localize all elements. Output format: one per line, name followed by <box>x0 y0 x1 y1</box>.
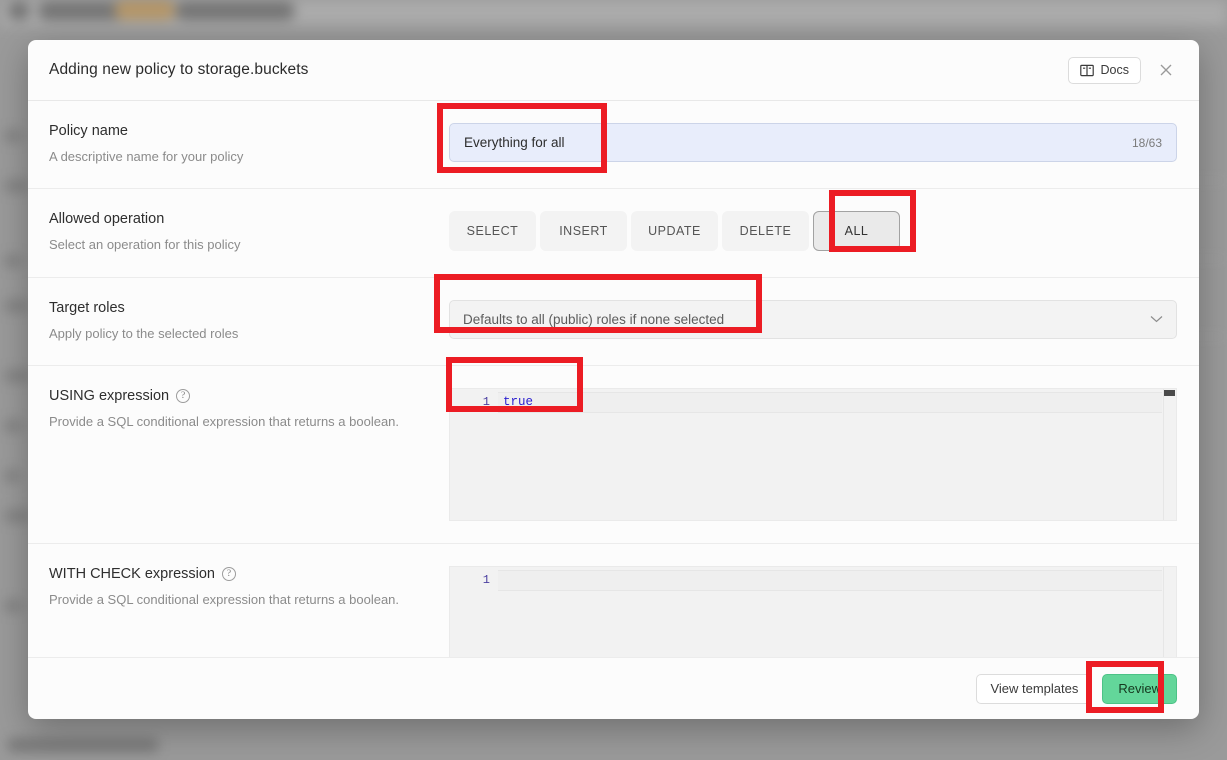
background-chip <box>8 2 30 20</box>
using-expression-code-editor[interactable]: 1 true <box>449 388 1177 522</box>
chevron-down-icon <box>1150 312 1163 326</box>
using-expression-label-group: USING expression ? Provide a SQL conditi… <box>49 388 449 521</box>
background-sidebar-item <box>4 130 22 142</box>
close-icon[interactable] <box>1155 59 1177 81</box>
policy-name-value: Everything for all <box>464 135 565 150</box>
target-roles-label-group: Target roles Apply policy to the selecte… <box>49 300 449 343</box>
with-check-expression-code-editor[interactable]: 1 <box>449 566 1177 657</box>
editor-scrollbar-thumb[interactable] <box>1164 390 1175 397</box>
using-expression-title: USING expression ? <box>49 388 425 404</box>
operation-button-insert[interactable]: INSERT <box>540 211 627 252</box>
background-sidebar-item <box>4 510 30 522</box>
dialog-footer: View templates Review <box>28 657 1199 719</box>
operation-button-group: SELECT INSERT UPDATE DELETE ALL <box>449 211 900 252</box>
view-templates-button[interactable]: View templates <box>976 673 1093 704</box>
policy-name-title: Policy name <box>49 123 128 139</box>
allowed-operation-title: Allowed operation <box>49 211 165 228</box>
review-button[interactable]: Review <box>1102 673 1177 704</box>
target-roles-value: Defaults to all (public) roles if none s… <box>463 311 725 327</box>
dialog-title: Adding new policy to storage.buckets <box>49 61 309 78</box>
policy-name-label-group: Policy name A descriptive name for your … <box>49 123 449 166</box>
target-roles-title: Target roles <box>49 299 125 316</box>
row-target-roles: Target roles Apply policy to the selecte… <box>28 278 1199 367</box>
policy-name-input[interactable]: Everything for all 18/63 <box>449 123 1177 162</box>
operation-button-all[interactable]: ALL <box>813 211 900 252</box>
background-row-text <box>8 738 158 752</box>
background-sidebar-item <box>4 180 28 192</box>
editor-code-content: true <box>503 395 534 410</box>
with-check-expression-description: Provide a SQL conditional expression tha… <box>49 592 400 608</box>
with-check-expression-label-group: WITH CHECK expression ? Provide a SQL co… <box>49 566 449 657</box>
docs-button[interactable]: Docs <box>1067 56 1141 84</box>
row-allowed-operation: Allowed operation Select an operation fo… <box>28 189 1199 278</box>
policy-name-description: A descriptive name for your policy <box>49 149 244 164</box>
operation-button-delete[interactable]: DELETE <box>722 211 809 252</box>
policy-name-character-counter: 18/63 <box>1131 135 1162 150</box>
dialog-header: Adding new policy to storage.buckets Doc… <box>28 40 1199 101</box>
operation-button-select[interactable]: SELECT <box>449 211 536 252</box>
with-check-expression-title: WITH CHECK expression ? <box>49 566 425 582</box>
policy-name-control: Everything for all 18/63 <box>449 123 1177 166</box>
allowed-operation-label-group: Allowed operation Select an operation fo… <box>49 211 449 254</box>
background-sidebar-item <box>4 470 20 482</box>
editor-vertical-scrollbar[interactable] <box>1163 389 1176 521</box>
add-policy-dialog: Adding new policy to storage.buckets Doc… <box>28 40 1199 719</box>
help-circle-icon[interactable]: ? <box>176 389 191 404</box>
allowed-operation-description: Select an operation for this policy <box>49 237 241 253</box>
background-sidebar-item <box>4 370 30 382</box>
editor-line-number: 1 <box>482 395 490 410</box>
row-using-expression: USING expression ? Provide a SQL conditi… <box>28 366 1199 545</box>
background-sidebar-item <box>4 420 22 432</box>
target-roles-description: Apply policy to the selected roles <box>49 325 239 341</box>
book-icon <box>1079 64 1094 77</box>
editor-active-line <box>498 392 1162 414</box>
row-policy-name: Policy name A descriptive name for your … <box>28 101 1199 190</box>
operation-button-update[interactable]: UPDATE <box>631 211 718 252</box>
with-check-expression-control: 1 <box>449 566 1177 657</box>
background-sidebar-item <box>4 255 22 267</box>
allowed-operation-control: SELECT INSERT UPDATE DELETE ALL <box>449 211 1177 254</box>
using-expression-title-text: USING expression <box>49 388 170 405</box>
using-expression-description: Provide a SQL conditional expression tha… <box>49 414 400 430</box>
target-roles-select[interactable]: Defaults to all (public) roles if none s… <box>449 299 1177 339</box>
background-sidebar-item <box>4 300 28 312</box>
help-circle-icon[interactable]: ? <box>221 567 236 582</box>
background-badge <box>115 0 175 20</box>
editor-vertical-scrollbar[interactable] <box>1163 567 1176 657</box>
using-expression-control: 1 true <box>449 388 1177 522</box>
target-roles-control: Defaults to all (public) roles if none s… <box>449 299 1177 343</box>
editor-line-number: 1 <box>482 573 490 588</box>
docs-button-label: Docs <box>1100 63 1129 77</box>
dialog-body: Policy name A descriptive name for your … <box>28 101 1199 657</box>
row-with-check-expression: WITH CHECK expression ? Provide a SQL co… <box>28 544 1199 657</box>
with-check-expression-title-text: WITH CHECK expression <box>49 566 215 583</box>
background-chip <box>175 2 295 20</box>
editor-active-line <box>498 570 1162 592</box>
background-sidebar-item <box>4 600 22 612</box>
